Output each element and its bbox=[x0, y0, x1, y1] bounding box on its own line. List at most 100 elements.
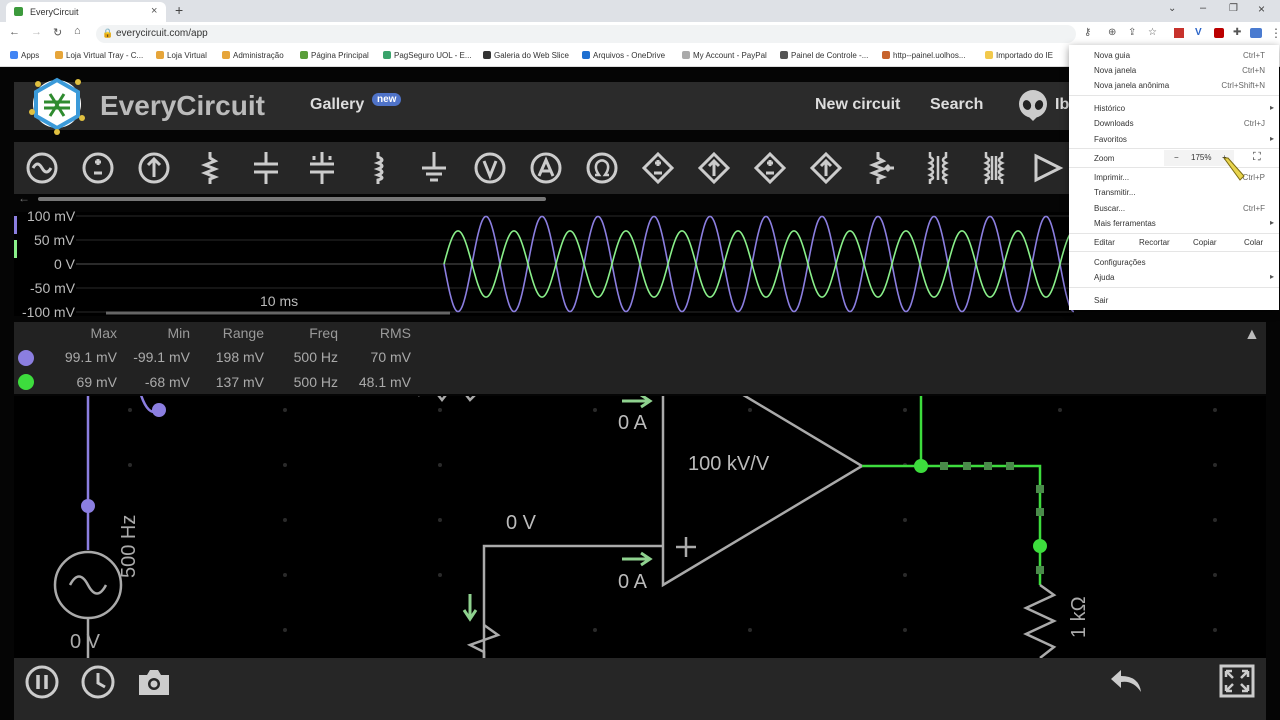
cccs-icon[interactable] bbox=[808, 150, 844, 186]
bookmark-item[interactable]: Página Principal bbox=[300, 51, 369, 60]
scroll-thumb[interactable] bbox=[38, 197, 546, 201]
menu-item-new-tab[interactable]: Nova guia bbox=[1094, 51, 1130, 60]
ground-icon[interactable] bbox=[416, 150, 452, 186]
clock-icon[interactable] bbox=[80, 664, 116, 700]
opamp-input-wire[interactable] bbox=[482, 544, 663, 658]
controlled-voltage-source-icon[interactable] bbox=[640, 150, 676, 186]
capacitor-icon[interactable] bbox=[248, 150, 284, 186]
star-icon[interactable]: ☆ bbox=[1148, 27, 1157, 38]
output-wire[interactable] bbox=[862, 464, 1042, 585]
everycircuit-logo-icon[interactable] bbox=[24, 72, 90, 136]
menu-item-more-tools[interactable]: Mais ferramentas bbox=[1094, 219, 1156, 228]
voltmeter-icon[interactable] bbox=[472, 150, 508, 186]
ammeter-icon[interactable] bbox=[528, 150, 564, 186]
bookmark-item[interactable]: My Account - PayPal bbox=[682, 51, 767, 60]
input-node[interactable] bbox=[81, 499, 95, 513]
brand-name[interactable]: EveryCircuit bbox=[100, 90, 265, 122]
menu-item-new-window[interactable]: Nova janela bbox=[1094, 66, 1136, 75]
browser-tab[interactable]: EveryCircuit × bbox=[6, 2, 166, 22]
undo-icon[interactable] bbox=[1107, 666, 1145, 696]
share-icon[interactable]: ⇪ bbox=[1128, 27, 1136, 38]
badge-extension-icon[interactable] bbox=[1250, 28, 1262, 38]
back-icon[interactable]: ← bbox=[9, 26, 20, 38]
fit-to-screen-icon[interactable] bbox=[1219, 664, 1255, 698]
coupled-inductor-icon[interactable] bbox=[976, 150, 1012, 186]
paste-button[interactable]: Colar bbox=[1244, 238, 1263, 247]
scroll-left-icon[interactable]: ← bbox=[18, 191, 30, 205]
menu-item-downloads[interactable]: Downloads bbox=[1094, 119, 1134, 128]
menu-item-settings[interactable]: Configurações bbox=[1094, 258, 1146, 267]
bookmark-item[interactable]: Administração bbox=[222, 51, 284, 60]
user-name[interactable]: Ib bbox=[1055, 96, 1069, 114]
key-icon[interactable]: ⚷ bbox=[1084, 27, 1091, 38]
fullscreen-icon[interactable]: ⛶ bbox=[1253, 151, 1261, 164]
alien-avatar-icon[interactable] bbox=[1018, 90, 1048, 122]
load-node[interactable] bbox=[1033, 539, 1047, 553]
cut-button[interactable]: Recortar bbox=[1139, 238, 1170, 247]
opamp-component[interactable] bbox=[661, 396, 865, 588]
copy-button[interactable]: Copiar bbox=[1193, 238, 1217, 247]
reload-icon[interactable]: ↻ bbox=[53, 26, 62, 39]
menu-item-find[interactable]: Buscar... bbox=[1094, 204, 1125, 213]
bookmark-folder[interactable]: Importado do IE bbox=[985, 51, 1053, 60]
forward-icon[interactable]: → bbox=[31, 26, 42, 38]
bookmark-item[interactable]: Loja Virtual bbox=[156, 51, 207, 60]
bookmark-apps[interactable]: Apps bbox=[10, 51, 39, 60]
feedback-resistor[interactable] bbox=[418, 396, 484, 403]
gallery-link[interactable]: Gallery bbox=[310, 96, 364, 114]
bookmark-item[interactable]: Galeria do Web Slice bbox=[483, 51, 569, 60]
transformer-icon[interactable] bbox=[920, 150, 956, 186]
bookmark-item[interactable]: Loja Virtual Tray - C... bbox=[55, 51, 143, 60]
load-resistor[interactable] bbox=[1023, 583, 1057, 658]
potentiometer-icon[interactable] bbox=[864, 150, 900, 186]
zoom-out-button[interactable]: − bbox=[1174, 153, 1179, 162]
wire-handles[interactable] bbox=[940, 462, 1044, 574]
tab-close-icon[interactable]: × bbox=[151, 5, 157, 17]
current-source-icon[interactable] bbox=[136, 150, 172, 186]
menu-item-bookmarks[interactable]: Favoritos bbox=[1094, 135, 1127, 144]
zoom-icon[interactable]: ⊕ bbox=[1108, 27, 1116, 38]
restore-icon[interactable]: ❐ bbox=[1229, 3, 1238, 14]
series-2-color-dot[interactable] bbox=[18, 374, 34, 390]
toolbar-scrollbar[interactable]: ← bbox=[14, 191, 1074, 205]
output-node[interactable] bbox=[914, 459, 928, 473]
bookmark-item[interactable]: http--painel.uolhos... bbox=[882, 51, 966, 60]
scope-series-marker bbox=[14, 216, 17, 234]
controlled-current-source-icon[interactable] bbox=[696, 150, 732, 186]
oscilloscope-plot[interactable] bbox=[14, 212, 1074, 316]
vpn-extension-icon[interactable]: V bbox=[1195, 27, 1202, 38]
variable-capacitor-icon[interactable] bbox=[304, 150, 340, 186]
pdf-extension-icon[interactable] bbox=[1174, 28, 1184, 38]
menu-item-history[interactable]: Histórico bbox=[1094, 104, 1125, 113]
tab-search-icon[interactable]: ⌄ bbox=[1168, 3, 1176, 14]
puzzle-icon[interactable]: ✚ bbox=[1233, 27, 1241, 38]
red-extension-icon[interactable] bbox=[1214, 28, 1224, 38]
search-link[interactable]: Search bbox=[930, 96, 983, 114]
collapse-triangle-icon[interactable]: ▲ bbox=[1244, 326, 1260, 344]
resistor-icon[interactable] bbox=[192, 150, 228, 186]
menu-item-incognito[interactable]: Nova janela anônima bbox=[1094, 81, 1169, 90]
menu-item-print[interactable]: Imprimir... bbox=[1094, 173, 1129, 182]
new-tab-icon[interactable]: + bbox=[175, 2, 183, 18]
address-bar[interactable]: 🔒 everycircuit.com/app ⚷ bbox=[96, 25, 1091, 43]
minimize-icon[interactable]: – bbox=[1200, 2, 1206, 14]
ac-source-icon[interactable] bbox=[24, 150, 60, 186]
more-menu-icon[interactable]: ⋮ bbox=[1270, 26, 1280, 40]
menu-item-cast[interactable]: Transmitir... bbox=[1094, 188, 1135, 197]
pause-icon[interactable] bbox=[24, 664, 60, 700]
bookmark-item[interactable]: Arquivos - OneDrive bbox=[582, 51, 665, 60]
camera-icon[interactable] bbox=[136, 666, 172, 698]
inductor-icon[interactable] bbox=[360, 150, 396, 186]
bookmark-item[interactable]: Painel de Controle -... bbox=[780, 51, 868, 60]
series-1-color-dot[interactable] bbox=[18, 350, 34, 366]
bookmark-item[interactable]: PagSeguro UOL - E... bbox=[383, 51, 472, 60]
menu-item-exit[interactable]: Sair bbox=[1094, 296, 1108, 305]
close-window-icon[interactable]: × bbox=[1258, 2, 1265, 16]
ohmmeter-icon[interactable] bbox=[584, 150, 620, 186]
vcvs-icon[interactable] bbox=[752, 150, 788, 186]
home-icon[interactable]: ⌂ bbox=[74, 25, 81, 37]
menu-item-help[interactable]: Ajuda bbox=[1094, 273, 1114, 282]
new-circuit-link[interactable]: New circuit bbox=[815, 96, 900, 114]
diode-icon[interactable] bbox=[1032, 150, 1068, 186]
dc-voltage-source-icon[interactable] bbox=[80, 150, 116, 186]
